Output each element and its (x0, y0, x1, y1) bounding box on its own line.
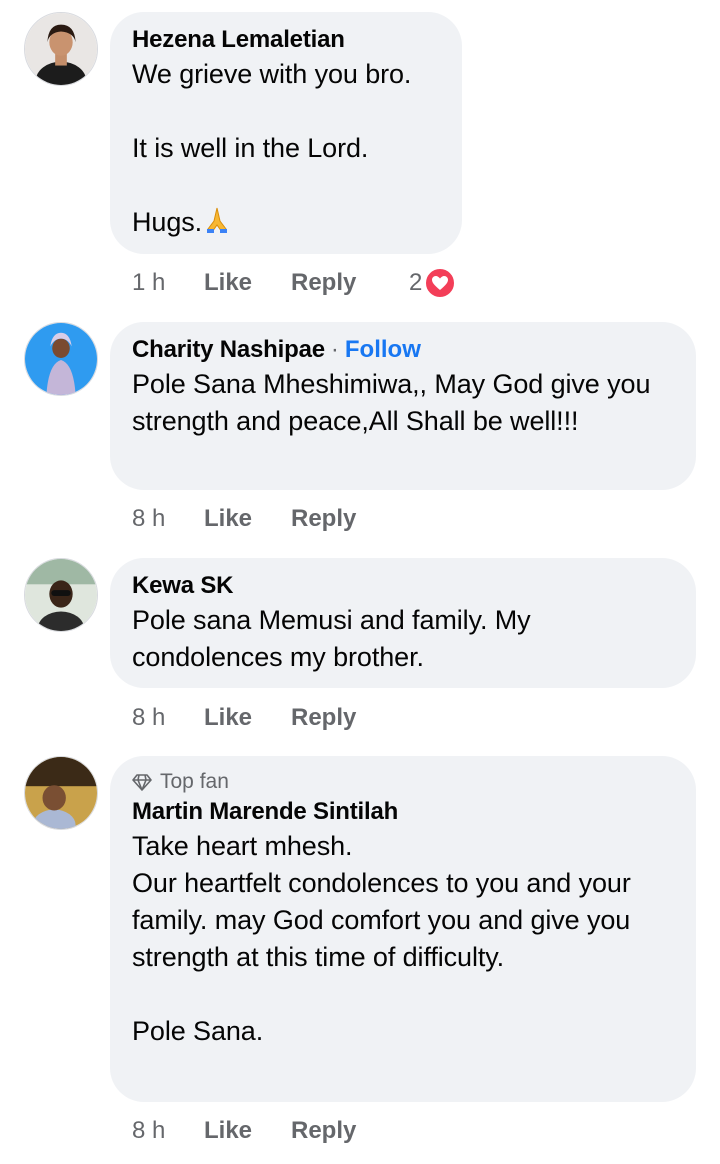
comment-bubble: Kewa SK Pole sana Memusi and family. My … (110, 558, 696, 688)
comment-text: Pole Sana Mheshimiwa,, May God give you … (132, 369, 651, 436)
like-button[interactable]: Like (204, 269, 291, 297)
comment-actions: 1 h Like Reply 2 (132, 265, 457, 301)
avatar-photo (25, 559, 97, 631)
avatar[interactable] (24, 322, 98, 396)
avatar-photo (25, 13, 97, 85)
comment-bubble: Charity Nashipae · Follow Pole Sana Mhes… (110, 322, 696, 490)
timestamp[interactable]: 8 h (132, 505, 204, 533)
avatar[interactable] (24, 756, 98, 830)
comment-actions: 8 h Like Reply (132, 1113, 409, 1149)
timestamp[interactable]: 8 h (132, 704, 204, 732)
comment-bubble: Top fan Martin Marende Sintilah Take hea… (110, 756, 696, 1102)
timestamp[interactable]: 8 h (132, 1117, 204, 1145)
top-fan-badge[interactable]: Top fan (132, 768, 674, 796)
comment-actions: 8 h Like Reply (132, 501, 409, 537)
diamond-icon (132, 774, 152, 791)
comment-text: Pole sana Memusi and family. My condolen… (132, 605, 531, 672)
comment-actions: 8 h Like Reply (132, 700, 409, 736)
reply-button[interactable]: Reply (291, 505, 409, 533)
comment-bubble: Hezena Lemaletian We grieve with you bro… (110, 12, 462, 254)
timestamp[interactable]: 1 h (132, 269, 204, 297)
separator: · (330, 336, 339, 363)
reply-button[interactable]: Reply (291, 269, 409, 297)
like-button[interactable]: Like (204, 704, 291, 732)
avatar-photo (25, 757, 97, 829)
reply-button[interactable]: Reply (291, 704, 409, 732)
comment-text: We grieve with you bro. It is well in th… (132, 56, 440, 241)
reply-button[interactable]: Reply (291, 1117, 409, 1145)
comment-line: It is well in the Lord. (132, 133, 369, 163)
author-name[interactable]: Kewa SK (132, 572, 234, 600)
comment-text: Take heart mhesh. Our heartfelt condolen… (132, 831, 631, 1046)
like-button[interactable]: Like (204, 505, 291, 533)
author-name[interactable]: Martin Marende Sintilah (132, 798, 398, 826)
avatar-photo (25, 323, 97, 395)
author-name[interactable]: Charity Nashipae (132, 336, 325, 364)
like-button[interactable]: Like (204, 1117, 291, 1145)
top-fan-label: Top fan (160, 770, 229, 793)
folded-hands-icon (202, 205, 232, 235)
avatar[interactable] (24, 12, 98, 86)
reaction-summary[interactable]: 2 (409, 267, 457, 299)
comment-line: We grieve with you bro. (132, 59, 412, 89)
avatar[interactable] (24, 558, 98, 632)
reaction-count: 2 (409, 269, 423, 296)
comment-feed: Hezena Lemaletian We grieve with you bro… (0, 0, 720, 1164)
comment-line: Hugs. (132, 207, 203, 237)
love-reaction-icon (424, 267, 457, 299)
follow-button[interactable]: Follow (345, 336, 421, 364)
author-name[interactable]: Hezena Lemaletian (132, 26, 345, 54)
